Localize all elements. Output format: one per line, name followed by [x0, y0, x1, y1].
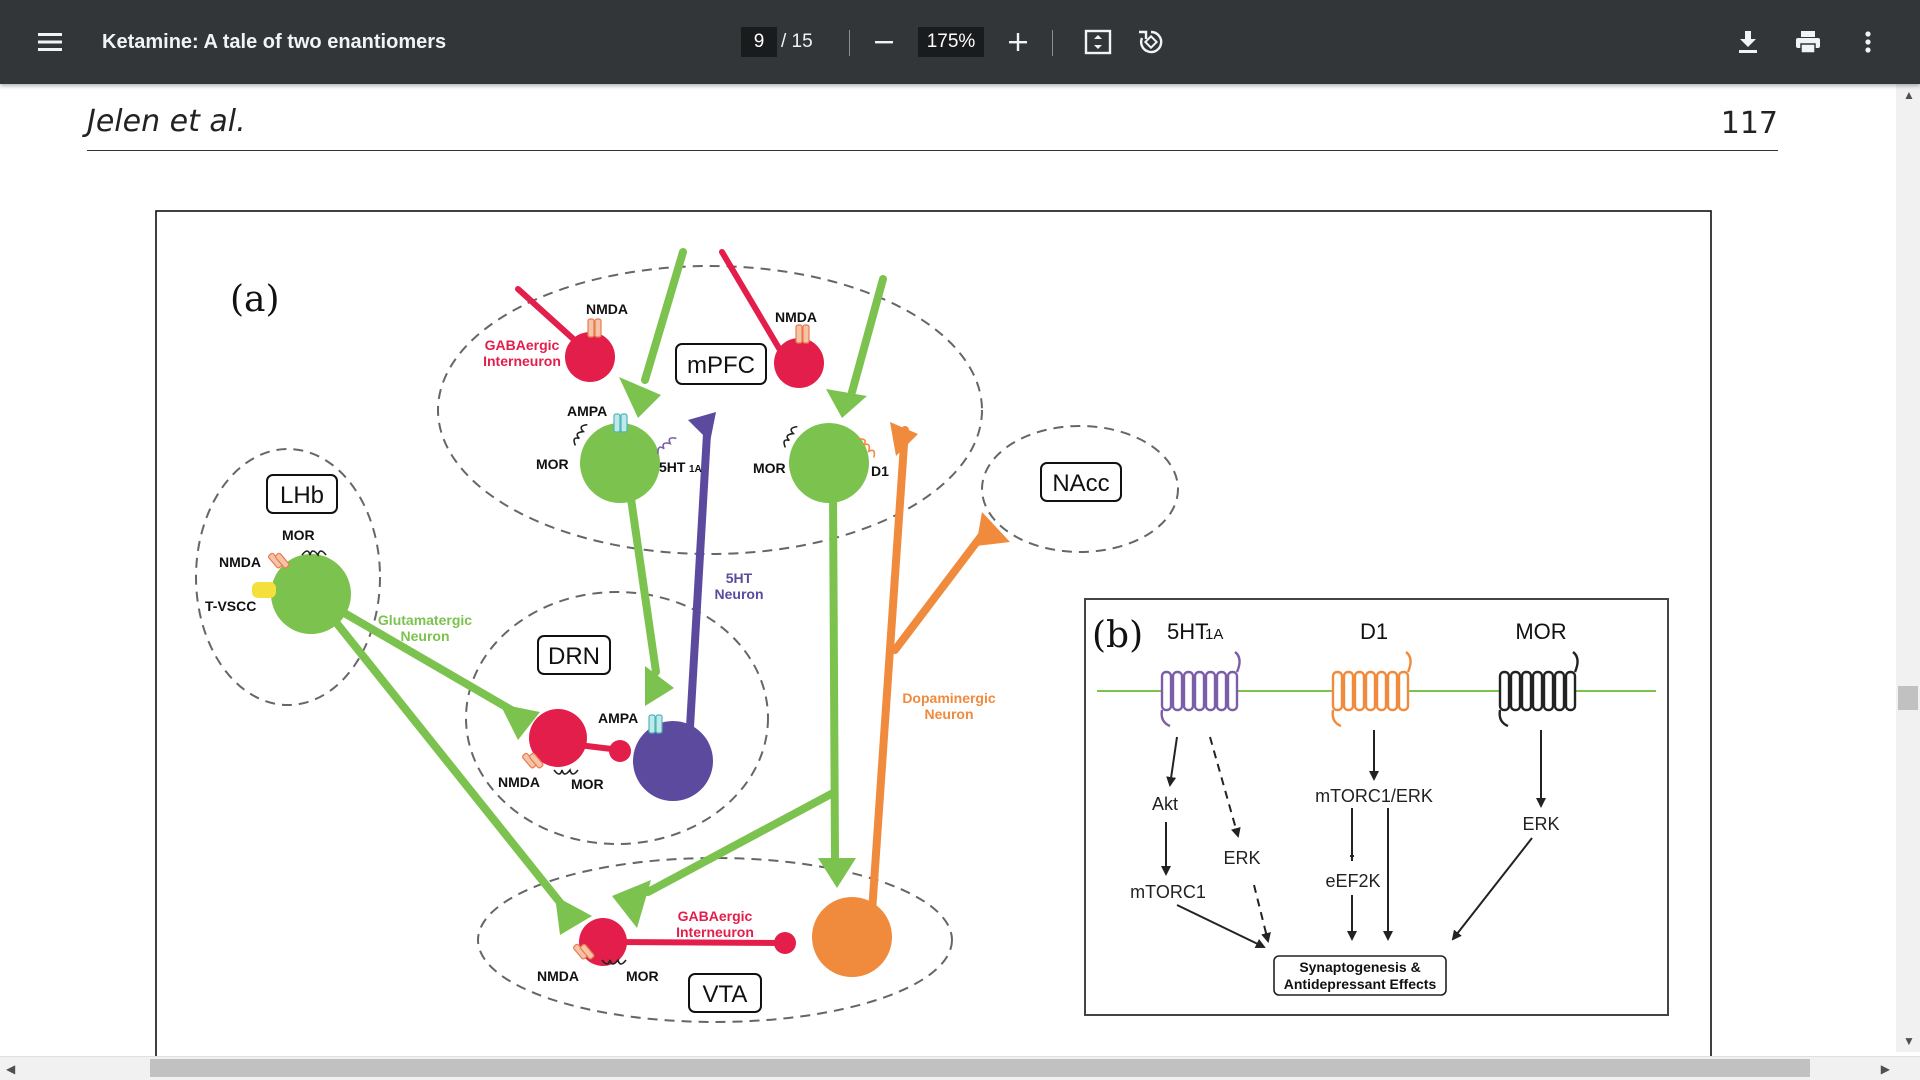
horizontal-scrollbar[interactable]: ◀ ▶	[0, 1056, 1920, 1080]
fit-page-icon[interactable]	[1078, 22, 1118, 62]
toolbar-divider	[1052, 30, 1053, 56]
toolbar-divider	[849, 30, 850, 56]
zoom-out-icon[interactable]	[864, 22, 904, 62]
region-label-nacc: NAcc	[1052, 470, 1109, 497]
label-5ht1a: 5HT	[659, 459, 686, 475]
region-label-mpfc: mPFC	[687, 352, 755, 379]
print-icon[interactable]	[1788, 22, 1828, 62]
receptor-title-5ht-sub: 1A	[1205, 626, 1223, 643]
label-neuron: Neuron	[401, 628, 450, 644]
label-5ht1a-sub: 1A	[689, 464, 702, 475]
label-glutamatergic: Glutamatergic	[378, 612, 472, 628]
scroll-left-icon[interactable]: ◀	[6, 1062, 15, 1076]
label-d1: D1	[871, 463, 889, 479]
panel-b-label: (b)	[1092, 615, 1143, 656]
horizontal-scroll-thumb[interactable]	[150, 1059, 1810, 1077]
5ht1a-receptor-icon	[657, 437, 677, 454]
label-gabaergic: GABAergic	[678, 908, 753, 924]
label-interneuron: Interneuron	[676, 924, 754, 940]
dopaminergic-projections	[868, 426, 986, 916]
label-gabaergic: GABAergic	[485, 337, 560, 353]
document-title: Ketamine: A tale of two enantiomers	[102, 30, 447, 53]
vertical-scroll-thumb[interactable]	[1898, 686, 1918, 710]
t-vscc-icon	[252, 582, 276, 598]
figure-ketamine-circuits: (a) mPFC LHb DRN NAcc VTA NMDA NMDA NMDA…	[155, 210, 1712, 1062]
label-nmda: NMDA	[219, 554, 261, 570]
drn-5ht-neuron	[633, 721, 713, 801]
rotate-icon[interactable]	[1131, 22, 1171, 62]
region-label-lhb: LHb	[280, 482, 324, 509]
vta-dopamine-neuron	[812, 897, 892, 977]
more-vert-icon[interactable]	[1848, 22, 1888, 62]
label-mor: MOR	[536, 456, 569, 472]
zoom-level-input[interactable]: 175%	[918, 27, 984, 57]
mpfc-interneuron-1	[565, 332, 615, 382]
serotonergic-projection	[686, 412, 716, 731]
label-nmda: NMDA	[586, 301, 628, 317]
label-nmda: NMDA	[498, 774, 540, 790]
label-mor: MOR	[282, 527, 315, 543]
outcome-line-1: Synaptogenesis &	[1299, 959, 1420, 975]
label-akt: Akt	[1152, 794, 1178, 814]
mor-receptor-icon	[301, 423, 798, 965]
label-dopaminergic: Dopaminergic	[902, 690, 996, 706]
label-tvscc: T-VSCC	[205, 598, 256, 614]
label-ampa: AMPA	[567, 403, 607, 419]
label-mor: MOR	[571, 776, 604, 792]
label-neuron: Neuron	[925, 706, 974, 722]
page-total: / 15	[781, 31, 813, 52]
label-mtorc1: mTORC1	[1130, 882, 1206, 902]
vta-interneuron	[579, 918, 627, 966]
label-nmda: NMDA	[537, 968, 579, 984]
label-interneuron: Interneuron	[483, 353, 561, 369]
panel-b: (b) 5HT 1A D1 MOR Akt mTORC1 ERK mTORC1/…	[1084, 598, 1669, 1016]
outcome-line-2: Antidepressant Effects	[1284, 976, 1437, 992]
label-mor: MOR	[753, 460, 786, 476]
label-5ht: 5HT	[726, 570, 753, 586]
label-eef2k: eEF2K	[1325, 871, 1380, 891]
receptor-title-mor: MOR	[1515, 619, 1566, 644]
label-nmda: NMDA	[775, 309, 817, 325]
vertical-scrollbar[interactable]: ▲ ▼	[1896, 84, 1920, 1052]
scroll-up-icon[interactable]: ▲	[1903, 88, 1915, 102]
region-label-vta: VTA	[703, 981, 748, 1008]
label-ampa: AMPA	[598, 710, 638, 726]
menu-icon[interactable]	[31, 22, 71, 62]
page-number-input[interactable]: 9	[741, 27, 777, 57]
receptor-title-d1: D1	[1360, 619, 1388, 644]
label-erk: ERK	[1522, 814, 1559, 834]
mpfc-pyramidal-2	[789, 423, 869, 503]
download-icon[interactable]	[1728, 22, 1768, 62]
pdf-toolbar: Ketamine: A tale of two enantiomers 9 / …	[0, 0, 1920, 84]
receptor-title-5ht: 5HT	[1167, 619, 1209, 644]
scroll-right-icon[interactable]: ▶	[1881, 1062, 1890, 1076]
label-neuron: Neuron	[715, 586, 764, 602]
scroll-down-icon[interactable]: ▼	[1903, 1034, 1915, 1048]
zoom-in-icon[interactable]	[998, 22, 1038, 62]
mpfc-interneuron-2	[774, 338, 824, 388]
mpfc-pyramidal-1	[580, 423, 660, 503]
dopaminergic-terminals	[890, 422, 1010, 546]
panel-a-label: (a)	[230, 279, 280, 320]
label-mor: MOR	[626, 968, 659, 984]
label-erk: ERK	[1223, 848, 1260, 868]
label-mtorc1-erk: mTORC1/ERK	[1315, 786, 1433, 806]
region-label-drn: DRN	[548, 643, 600, 670]
